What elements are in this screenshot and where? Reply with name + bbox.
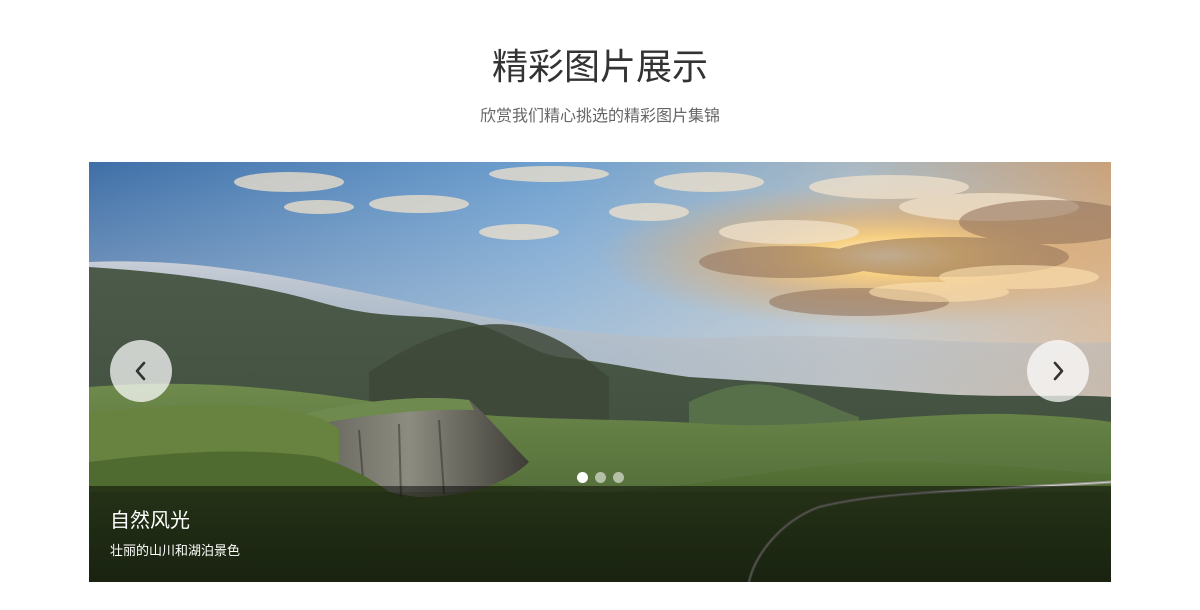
caption-title: 自然风光	[110, 508, 190, 532]
caption-description: 壮丽的山川和湖泊景色	[110, 544, 241, 559]
slide-indicators	[89, 472, 1111, 483]
next-slide-button[interactable]	[1027, 340, 1089, 402]
slide-indicator-1[interactable]	[576, 472, 588, 483]
chevron-left-icon	[135, 361, 146, 381]
chevron-right-icon	[1053, 361, 1064, 381]
previous-slide-button[interactable]	[110, 340, 172, 402]
page-title: 精彩图片展示	[491, 47, 708, 88]
slide-indicator-2[interactable]	[594, 472, 606, 483]
image-carousel[interactable]: 自然风光 壮丽的山川和湖泊景色	[89, 162, 1111, 582]
page-subtitle: 欣赏我们精心挑选的精彩图片集锦	[479, 106, 720, 125]
slide-indicator-3[interactable]	[612, 472, 624, 483]
slide-caption: 自然风光 壮丽的山川和湖泊景色	[89, 486, 1111, 582]
